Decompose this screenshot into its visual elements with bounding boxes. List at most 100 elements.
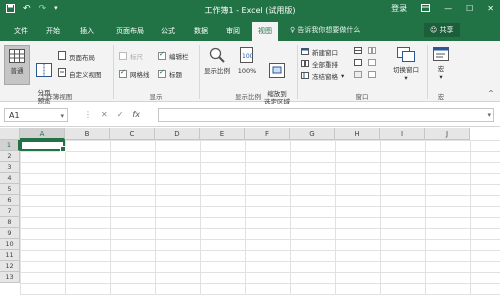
side-by-side-icon <box>368 47 376 56</box>
group-label-show: 显示 <box>149 93 163 101</box>
checkbox-checked-icon <box>158 68 166 78</box>
chevron-down-icon: ▾ <box>60 112 64 120</box>
tab-home[interactable]: 开始 <box>46 26 60 36</box>
tab-view[interactable]: 视图 <box>252 22 278 41</box>
custom-views-button[interactable]: 自定义视图 <box>58 68 102 79</box>
row-header-6[interactable]: 6 <box>0 195 20 206</box>
split-icon <box>354 47 362 56</box>
hide-window-button[interactable] <box>354 59 362 68</box>
column-header-d[interactable]: D <box>155 128 200 140</box>
row-header-12[interactable]: 12 <box>0 261 20 272</box>
column-header-e[interactable]: E <box>200 128 245 140</box>
group-label-macros: 宏 <box>437 93 445 101</box>
page-layout-view-button[interactable]: 页面布局 <box>58 51 95 62</box>
tab-formulas[interactable]: 公式 <box>161 26 175 36</box>
unhide-window-button[interactable] <box>354 71 362 80</box>
synchronous-scrolling-button[interactable] <box>368 59 376 68</box>
login-link[interactable]: 登录 <box>391 3 407 14</box>
headings-checkbox[interactable]: 标题 <box>158 68 182 79</box>
svg-text:100: 100 <box>242 53 254 60</box>
column-header-b[interactable]: B <box>65 128 110 140</box>
close-icon[interactable]: ✕ <box>487 4 494 13</box>
row-header-7[interactable]: 7 <box>0 206 20 217</box>
column-header-a[interactable]: A <box>20 128 65 140</box>
normal-view-button[interactable]: 普通 <box>4 45 30 85</box>
tab-page-layout[interactable]: 页面布局 <box>116 26 144 36</box>
freeze-panes-button[interactable]: 冻结窗格 ▾ <box>301 71 344 81</box>
zoom-selection-icon <box>260 55 294 80</box>
macros-icon <box>431 47 451 63</box>
chevron-down-icon: ▾ <box>341 72 345 80</box>
title-bar: ↶ ↷ ▾ 工作簿1 - Excel (试用版) 登录 — ☐ ✕ <box>0 0 500 20</box>
column-header-i[interactable]: I <box>380 128 425 140</box>
arrange-all-button[interactable]: 全部重排 <box>301 59 338 69</box>
chevron-down-icon: ▾ <box>404 74 408 82</box>
formula-input[interactable] <box>158 108 494 122</box>
row-header-13[interactable]: 13 <box>0 272 20 283</box>
confirm-entry-icon[interactable]: ✓ <box>117 110 124 119</box>
share-button[interactable]: ☺ 共享 <box>424 23 460 37</box>
zoom-button[interactable]: 显示比例 <box>202 47 232 75</box>
chevron-down-icon: ▾ <box>439 73 443 81</box>
checkbox-checked-icon <box>119 68 127 78</box>
row-header-1[interactable]: 1 <box>0 140 20 151</box>
new-window-button[interactable]: 新建窗口 <box>301 47 338 57</box>
formula-bar-checkbox[interactable]: 编辑栏 <box>158 50 189 61</box>
collapse-ribbon-icon[interactable]: ^ <box>486 89 496 97</box>
arrange-all-icon <box>301 59 309 69</box>
switch-windows-button[interactable]: 切换窗口 ▾ <box>388 47 424 82</box>
split-button[interactable] <box>354 47 362 56</box>
group-label-zoom: 显示比例 <box>235 93 261 101</box>
expand-formula-bar-icon[interactable]: ▾ <box>487 111 491 119</box>
row-header-4[interactable]: 4 <box>0 173 20 184</box>
cell-area[interactable] <box>20 140 500 295</box>
view-side-by-side-button[interactable] <box>368 47 376 56</box>
tell-me-box[interactable]: ♀ 告诉我你想要做什么 <box>290 25 360 35</box>
reset-window-position-button[interactable] <box>368 71 376 80</box>
macros-button[interactable]: 宏 ▾ <box>431 47 451 81</box>
name-box[interactable]: A1 ▾ <box>4 108 68 122</box>
ribbon-display-options-icon[interactable] <box>421 3 431 14</box>
row-header-5[interactable]: 5 <box>0 184 20 195</box>
column-header-f[interactable]: F <box>245 128 290 140</box>
active-cell[interactable] <box>20 140 66 152</box>
person-icon: ☺ <box>430 26 438 34</box>
row-header-10[interactable]: 10 <box>0 239 20 250</box>
row-header-2[interactable]: 2 <box>0 151 20 162</box>
worksheet-grid: ABCDEFGHIJ 1 2 3 4 5 6 7 8 9 10 11 12 13 <box>0 128 500 295</box>
column-header-j[interactable]: J <box>425 128 470 140</box>
ribbon: 普通 分页 预览 页面布局 自定义视图 工作簿视图 标尺 编辑栏 网格线 标题 … <box>0 41 500 106</box>
lightbulb-icon: ♀ <box>290 26 296 34</box>
column-header-h[interactable]: H <box>335 128 380 140</box>
row-header-8[interactable]: 8 <box>0 217 20 228</box>
row-header-9[interactable]: 9 <box>0 228 20 239</box>
group-label-window: 窗口 <box>355 93 369 101</box>
page-break-preview-icon <box>33 55 55 79</box>
zoom-100-icon: 100 <box>236 47 258 65</box>
new-window-icon <box>301 47 309 57</box>
normal-view-icon <box>5 49 29 65</box>
gridlines-checkbox[interactable]: 网格线 <box>119 68 150 79</box>
checkbox-icon <box>119 52 127 60</box>
select-all-corner[interactable] <box>0 128 20 140</box>
maximize-icon[interactable]: ☐ <box>466 4 473 13</box>
sync-scroll-icon <box>368 59 376 68</box>
ribbon-tabs: 文件 开始 插入 页面布局 公式 数据 审阅 视图 ♀ 告诉我你想要做什么 ☺ … <box>0 20 500 41</box>
minimize-icon[interactable]: — <box>444 4 452 13</box>
column-header-c[interactable]: C <box>110 128 155 140</box>
insert-function-icon[interactable]: fx <box>132 110 140 119</box>
more-options-icon[interactable]: ⋮ <box>84 110 92 119</box>
tab-review[interactable]: 审阅 <box>226 26 240 36</box>
column-header-g[interactable]: G <box>290 128 335 140</box>
page-layout-icon <box>58 51 66 62</box>
row-header-3[interactable]: 3 <box>0 162 20 173</box>
magnifier-icon <box>202 47 232 65</box>
tab-insert[interactable]: 插入 <box>80 26 94 36</box>
cancel-entry-icon[interactable]: ✕ <box>101 110 108 119</box>
tab-data[interactable]: 数据 <box>194 26 208 36</box>
tab-file[interactable]: 文件 <box>14 26 28 36</box>
ruler-checkbox[interactable]: 标尺 <box>119 51 143 61</box>
row-header-11[interactable]: 11 <box>0 250 20 261</box>
custom-views-icon <box>58 68 66 79</box>
zoom-100-button[interactable]: 100 100% <box>236 47 258 75</box>
